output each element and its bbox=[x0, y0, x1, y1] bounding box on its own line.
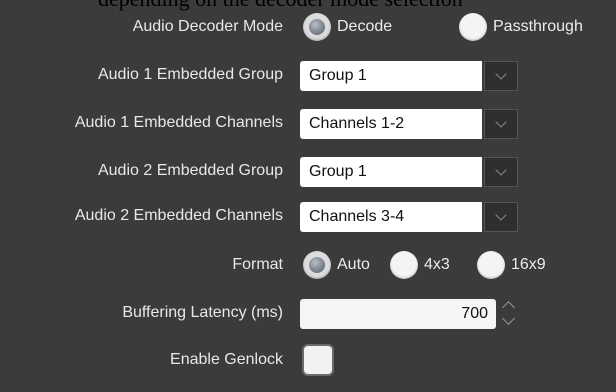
audio1-embedded-channels-dropdown-button[interactable] bbox=[484, 109, 518, 139]
format-4x3-radio[interactable]: 4x3 bbox=[390, 251, 450, 279]
audio1-embedded-group-value[interactable]: Group 1 bbox=[300, 61, 482, 91]
audio2-embedded-channels-select[interactable]: Channels 3-4 bbox=[300, 202, 518, 232]
radio-selected-icon bbox=[303, 251, 331, 279]
enable-genlock-checkbox[interactable] bbox=[304, 346, 332, 374]
format-label: Format bbox=[232, 256, 283, 273]
format-auto-radio[interactable]: Auto bbox=[303, 251, 370, 279]
audio2-embedded-group-dropdown-button[interactable] bbox=[484, 157, 518, 187]
audio2-embedded-group-value[interactable]: Group 1 bbox=[300, 157, 482, 187]
format-16x9-label: 16x9 bbox=[511, 256, 546, 273]
radio-selected-icon bbox=[303, 13, 331, 41]
enable-genlock-label: Enable Genlock bbox=[170, 351, 283, 368]
audio1-embedded-channels-value[interactable]: Channels 1-2 bbox=[300, 109, 482, 139]
audio2-embedded-group-select[interactable]: Group 1 bbox=[300, 157, 518, 187]
buffering-latency-input[interactable]: 700 bbox=[300, 299, 496, 329]
audio1-embedded-channels-select[interactable]: Channels 1-2 bbox=[300, 109, 518, 139]
passthrough-radio-label: Passthrough bbox=[493, 18, 583, 35]
decode-radio[interactable]: Decode bbox=[303, 13, 392, 41]
audio2-embedded-channels-value[interactable]: Channels 3-4 bbox=[300, 202, 482, 232]
page-caption: depending on the decoder mode selection bbox=[0, 0, 616, 11]
audio1-embedded-channels-label: Audio 1 Embedded Channels bbox=[74, 114, 283, 131]
buffering-latency-spinner[interactable]: 700 bbox=[300, 299, 522, 329]
row-audio2-embedded-group: Audio 2 Embedded Group Group 1 bbox=[0, 154, 616, 188]
audio1-embedded-group-label: Audio 1 Embedded Group bbox=[97, 66, 283, 83]
audio2-embedded-channels-label: Audio 2 Embedded Channels bbox=[74, 207, 283, 224]
chevron-down-icon bbox=[495, 68, 507, 80]
radio-unselected-icon bbox=[477, 251, 505, 279]
format-auto-label: Auto bbox=[337, 256, 370, 273]
audio1-embedded-group-select[interactable]: Group 1 bbox=[300, 61, 518, 91]
spinner-arrows bbox=[498, 299, 520, 329]
radio-unselected-icon bbox=[390, 251, 418, 279]
row-audio1-embedded-channels: Audio 1 Embedded Channels Channels 1-2 bbox=[0, 106, 616, 140]
format-4x3-label: 4x3 bbox=[424, 256, 450, 273]
chevron-down-icon bbox=[495, 209, 507, 221]
audio1-embedded-group-dropdown-button[interactable] bbox=[484, 61, 518, 91]
audio2-embedded-channels-dropdown-button[interactable] bbox=[484, 202, 518, 232]
chevron-down-icon[interactable] bbox=[502, 312, 515, 325]
format-16x9-radio[interactable]: 16x9 bbox=[477, 251, 546, 279]
radio-unselected-icon bbox=[459, 13, 487, 41]
row-audio1-embedded-group: Audio 1 Embedded Group Group 1 bbox=[0, 58, 616, 92]
audio-decoder-mode-label: Audio Decoder Mode bbox=[132, 18, 283, 35]
settings-panel: Audio Decoder Mode Decode Passthrough Au… bbox=[0, 0, 616, 392]
chevron-down-icon bbox=[495, 164, 507, 176]
decode-radio-label: Decode bbox=[337, 18, 393, 35]
chevron-down-icon bbox=[495, 116, 507, 128]
buffering-latency-label: Buffering Latency (ms) bbox=[122, 304, 283, 321]
row-enable-genlock: Enable Genlock bbox=[0, 343, 616, 377]
row-format: Format Auto 4x3 16x9 bbox=[0, 248, 616, 282]
audio2-embedded-group-label: Audio 2 Embedded Group bbox=[97, 162, 283, 179]
row-audio-decoder-mode: Audio Decoder Mode Decode Passthrough bbox=[0, 10, 616, 44]
row-buffering-latency: Buffering Latency (ms) 700 bbox=[0, 296, 616, 330]
passthrough-radio[interactable]: Passthrough bbox=[459, 13, 583, 41]
row-audio2-embedded-channels: Audio 2 Embedded Channels Channels 3-4 bbox=[0, 199, 616, 233]
